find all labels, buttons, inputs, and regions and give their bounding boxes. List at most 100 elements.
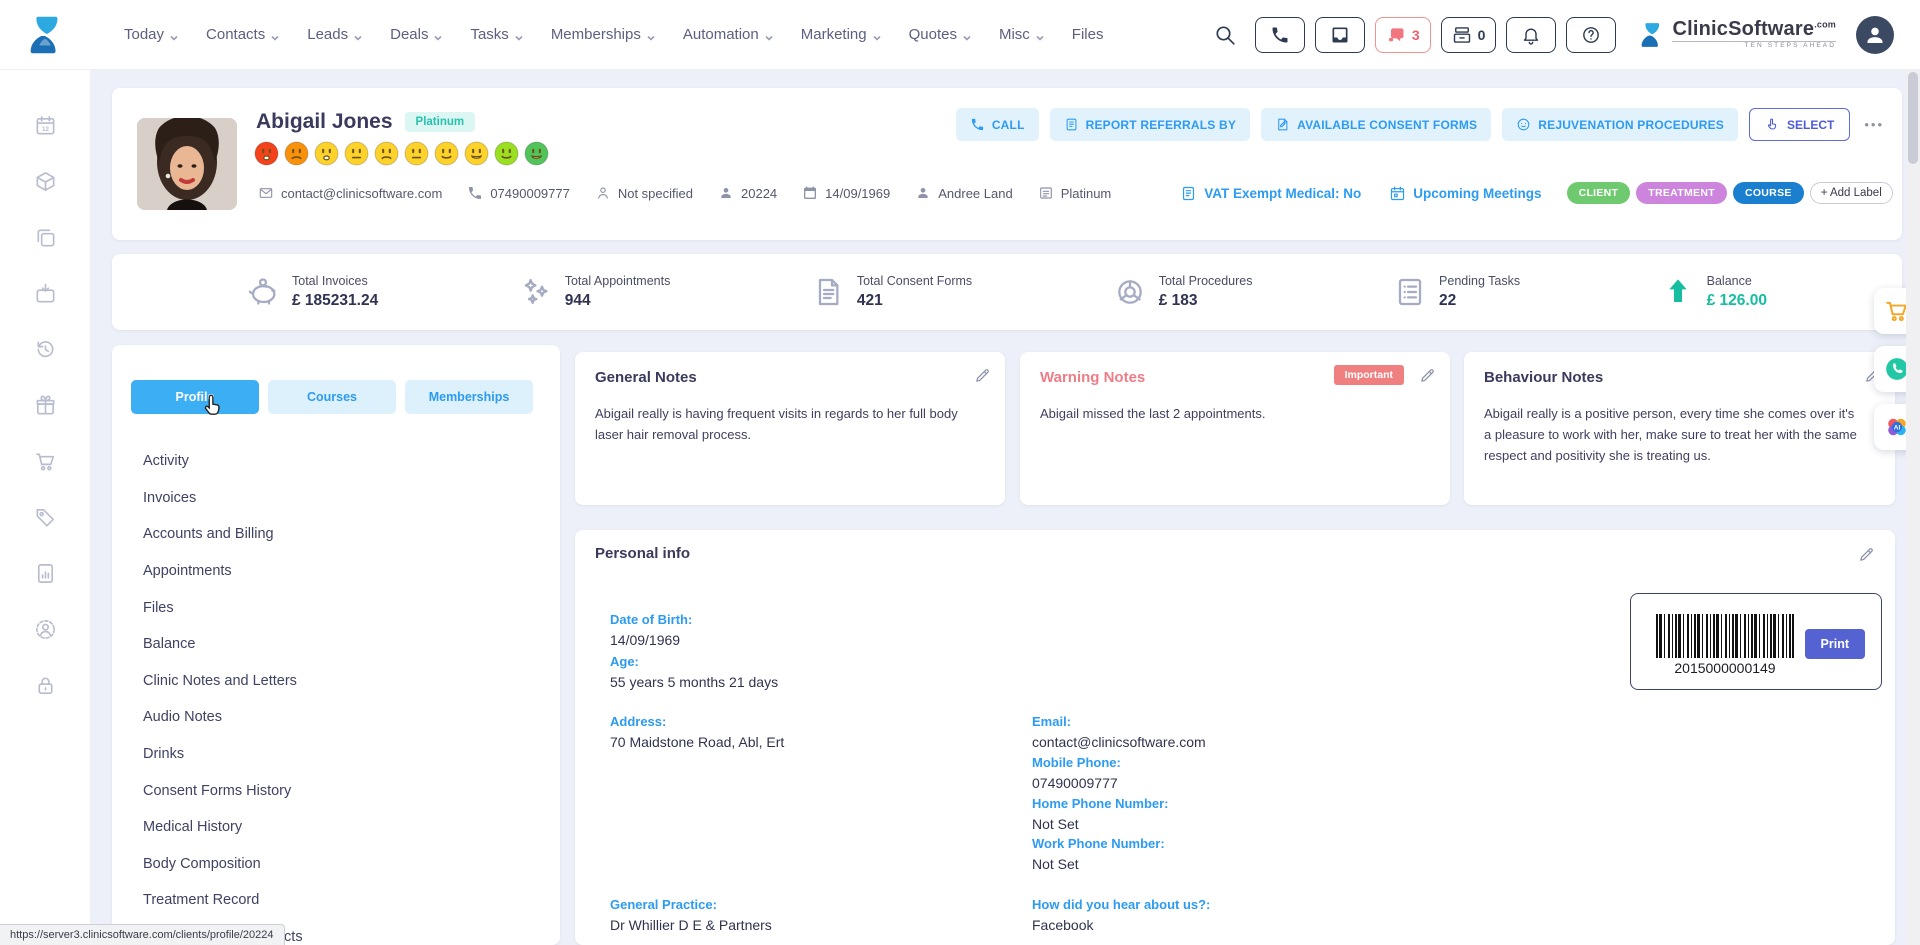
select-button[interactable]: SELECT (1749, 108, 1850, 141)
nav-item[interactable]: Automation (683, 26, 774, 43)
label-pill[interactable]: TREATMENT (1636, 182, 1727, 204)
nav-item[interactable]: Tasks (470, 26, 523, 43)
behaviour-notes-body: Abigail really is a positive person, eve… (1484, 404, 1875, 466)
topbar-button[interactable] (1566, 17, 1616, 53)
nav-item[interactable]: Contacts (206, 26, 280, 43)
mood-emoji[interactable] (313, 140, 340, 172)
sidebar-icon[interactable]: 12 (34, 114, 57, 137)
tab[interactable]: Memberships (405, 380, 533, 414)
warning-notes-body: Abigail missed the last 2 appointments. (1040, 404, 1430, 425)
field-email: Email:contact@clinicsoftware.com (1032, 714, 1206, 750)
client-header-card: Abigail Jones Platinum contact@clinicsof… (112, 88, 1902, 240)
sidebar-icon[interactable] (34, 506, 57, 529)
edit-pencil-icon[interactable] (974, 367, 991, 384)
menu-item[interactable]: Consent Forms History (143, 772, 303, 809)
mood-emoji[interactable] (493, 140, 520, 172)
mood-emoji[interactable] (283, 140, 310, 172)
chevron-down-icon (962, 30, 972, 40)
nav-item[interactable]: Quotes (909, 26, 972, 43)
stat-item: Total Consent Forms 421 (812, 274, 972, 310)
nav-item[interactable]: Files (1072, 26, 1104, 43)
add-label-button[interactable]: + Add Label (1810, 182, 1893, 204)
sidebar-icon[interactable] (34, 450, 57, 473)
mood-emoji[interactable] (373, 140, 400, 172)
field-hear-about-us: How did you hear about us?:Facebook (1032, 897, 1210, 933)
chevron-down-icon (1035, 30, 1045, 40)
mood-emoji[interactable] (253, 140, 280, 172)
nav-item[interactable]: Deals (390, 26, 443, 43)
client-section-menu: Activity Invoices Accounts and Billing A… (143, 443, 303, 945)
menu-item[interactable]: Drinks (143, 736, 303, 773)
stat-value: £ 183 (1159, 292, 1253, 310)
action-button[interactable]: CALL (956, 108, 1039, 141)
important-badge: Important (1334, 365, 1404, 385)
sidebar-icon[interactable] (34, 674, 57, 697)
topbar-button[interactable]: 0 (1441, 17, 1497, 53)
edit-pencil-icon[interactable] (1858, 546, 1875, 563)
menu-item[interactable]: Accounts and Billing (143, 516, 303, 553)
app-logo[interactable] (0, 9, 90, 61)
personal-info-card: Personal info Date of Birth:14/09/1969 A… (575, 530, 1895, 945)
person-icon (1863, 23, 1887, 47)
menu-item[interactable]: Body Composition (143, 846, 303, 883)
mood-emoji[interactable] (403, 140, 430, 172)
menu-item[interactable]: Audio Notes (143, 699, 303, 736)
topbar-button[interactable] (1315, 17, 1365, 53)
menu-item[interactable]: Appointments (143, 553, 303, 590)
menu-item[interactable]: Treatment Record (143, 882, 303, 919)
topbar-button[interactable] (1255, 17, 1305, 53)
topbar-button[interactable]: 3 (1375, 17, 1431, 53)
action-button[interactable]: REPORT REFERRALS BY (1050, 108, 1250, 141)
more-options-button[interactable]: ••• (1864, 117, 1884, 132)
menu-item[interactable]: Medical History (143, 809, 303, 846)
portrait-image (137, 118, 237, 210)
menu-item[interactable]: Files (143, 589, 303, 626)
mood-emoji[interactable] (343, 140, 370, 172)
field-home-phone: Home Phone Number:Not Set (1032, 796, 1169, 832)
sidebar-icon[interactable] (34, 170, 57, 193)
tab[interactable]: Profile (131, 380, 259, 414)
menu-item[interactable]: Clinic Notes and Letters (143, 663, 303, 700)
tab[interactable]: Courses (268, 380, 396, 414)
topbar-button-icon (1330, 25, 1350, 45)
mood-rating-row[interactable] (253, 140, 550, 172)
menu-item[interactable]: Activity (143, 443, 303, 480)
print-button[interactable]: Print (1805, 629, 1865, 659)
sidebar-icon[interactable] (34, 562, 57, 585)
mood-emoji[interactable] (523, 140, 550, 172)
sidebar-icon[interactable] (34, 618, 57, 641)
client-link[interactable]: Upcoming Meetings (1389, 185, 1541, 202)
user-avatar[interactable] (1856, 16, 1894, 54)
sidebar-icon[interactable] (34, 338, 57, 361)
sidebar-icon[interactable] (34, 394, 57, 417)
sidebar-icon[interactable] (34, 226, 57, 249)
scrollbar-thumb[interactable] (1908, 72, 1918, 164)
nav-item[interactable]: Today (124, 26, 179, 43)
sidebar-icon[interactable] (34, 282, 57, 305)
menu-item[interactable]: Balance (143, 626, 303, 663)
action-button[interactable]: REJUVENATION PROCEDURES (1502, 108, 1738, 141)
mood-emoji[interactable] (463, 140, 490, 172)
search-icon[interactable] (1213, 23, 1237, 47)
topbar-button[interactable] (1506, 17, 1556, 53)
nav-item[interactable]: Leads (307, 26, 363, 43)
nav-item[interactable]: Misc (999, 26, 1045, 43)
stat-label: Pending Tasks (1439, 274, 1520, 288)
nav-item[interactable]: Marketing (801, 26, 882, 43)
label-pill[interactable]: COURSE (1733, 182, 1804, 204)
nav-item[interactable]: Memberships (551, 26, 656, 43)
contact-item-icon (915, 185, 931, 201)
mood-emoji[interactable] (433, 140, 460, 172)
client-link[interactable]: VAT Exempt Medical: No (1180, 185, 1361, 202)
menu-item[interactable]: Invoices (143, 480, 303, 517)
stat-icon (1394, 276, 1426, 308)
label-pill[interactable]: CLIENT (1567, 182, 1631, 204)
vertical-scrollbar[interactable] (1906, 70, 1920, 945)
contact-item: contact@clinicsoftware.com (258, 185, 442, 201)
action-button[interactable]: AVAILABLE CONSENT FORMS (1261, 108, 1491, 141)
edit-pencil-icon[interactable] (1419, 367, 1436, 384)
icon-sidebar: 12 (0, 70, 90, 945)
client-photo[interactable] (137, 118, 237, 210)
topbar-button-icon (1386, 25, 1406, 45)
brand-logo: ClinicSoftware.com TEN STEPS AHEAD (1636, 17, 1836, 53)
